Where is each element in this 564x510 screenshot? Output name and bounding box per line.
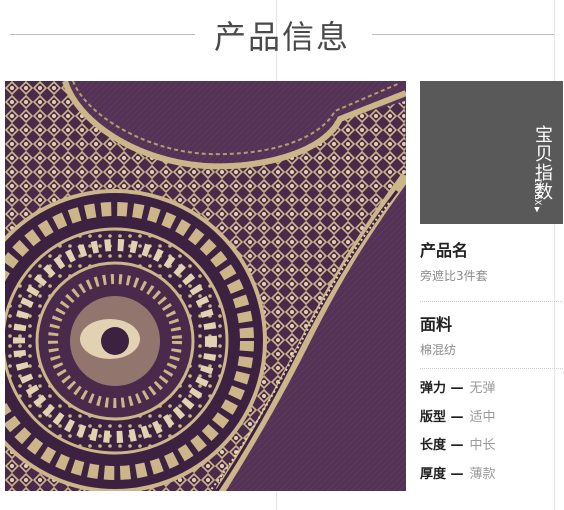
attribute-key: 厚度 — xyxy=(420,467,464,482)
attribute-value: 适中 xyxy=(469,410,496,425)
divider-right xyxy=(372,34,554,35)
product-photo xyxy=(5,81,406,491)
attribute-row: 弹力 — 无弹 xyxy=(420,377,496,396)
index-subtitle: INDEX▼ xyxy=(528,178,542,215)
embroidered-fabric-image xyxy=(5,81,406,491)
attribute-value: 无弹 xyxy=(469,381,496,396)
fabric-block: 面料 棉混纺 xyxy=(420,311,563,358)
attribute-row: 厚度 — 薄款 xyxy=(420,463,496,482)
attribute-key: 弹力 — xyxy=(420,381,464,396)
attribute-value: 中长 xyxy=(469,438,496,453)
section-title: 产品信息 xyxy=(213,18,350,56)
product-name-label: 产品名 xyxy=(420,241,469,260)
attribute-row: 长度 — 中长 xyxy=(420,434,496,453)
divider xyxy=(420,301,563,302)
attribute-key: 版型 — xyxy=(420,410,464,425)
attribute-value: 薄款 xyxy=(469,467,496,482)
section-header: 产品信息 xyxy=(0,0,564,70)
index-subtitle-text: INDEX xyxy=(532,178,542,206)
attribute-key: 长度 — xyxy=(420,438,464,453)
attribute-row: 版型 — 适中 xyxy=(420,406,496,425)
divider xyxy=(420,368,563,369)
product-name-value: 旁遮比3件套 xyxy=(420,269,488,283)
fabric-label: 面料 xyxy=(420,315,453,334)
triangle-down-icon: ▼ xyxy=(532,205,542,216)
fabric-value: 棉混纺 xyxy=(420,343,457,357)
product-name-block: 产品名 旁遮比3件套 xyxy=(420,237,563,284)
